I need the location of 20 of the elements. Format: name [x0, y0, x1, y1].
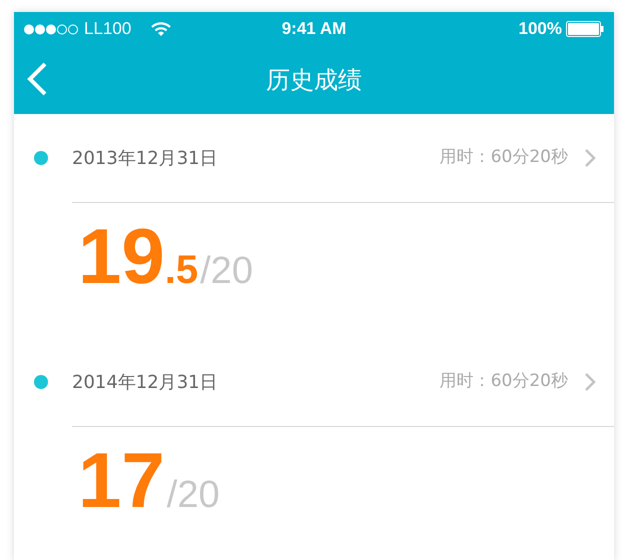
duration-text: 用时：60分20秒	[440, 146, 568, 170]
record-header[interactable]: 2013年12月31日 用时：60分20秒	[14, 114, 614, 202]
page-title: 历史成绩	[266, 65, 362, 96]
record-date: 2014年12月31日	[72, 370, 218, 394]
duration-text: 用时：60分20秒	[440, 370, 568, 394]
signal-icon	[24, 24, 78, 34]
record-date: 2013年12月31日	[72, 146, 218, 170]
battery-icon	[566, 21, 604, 37]
record-header[interactable]: 2014年12月31日 用时：60分20秒	[14, 338, 614, 426]
score-decimal: .5	[164, 247, 198, 294]
battery-percent: 100%	[518, 18, 562, 40]
chevron-right-icon	[584, 372, 596, 392]
back-chevron-icon	[26, 62, 48, 96]
wifi-icon	[151, 22, 172, 36]
chevron-right-icon	[584, 148, 596, 168]
carrier-name: LL100	[84, 18, 132, 40]
clock-time: 9:41 AM	[280, 18, 348, 40]
score-value: 19	[78, 217, 165, 295]
back-button[interactable]	[26, 62, 48, 96]
score-value: 17	[78, 441, 165, 519]
